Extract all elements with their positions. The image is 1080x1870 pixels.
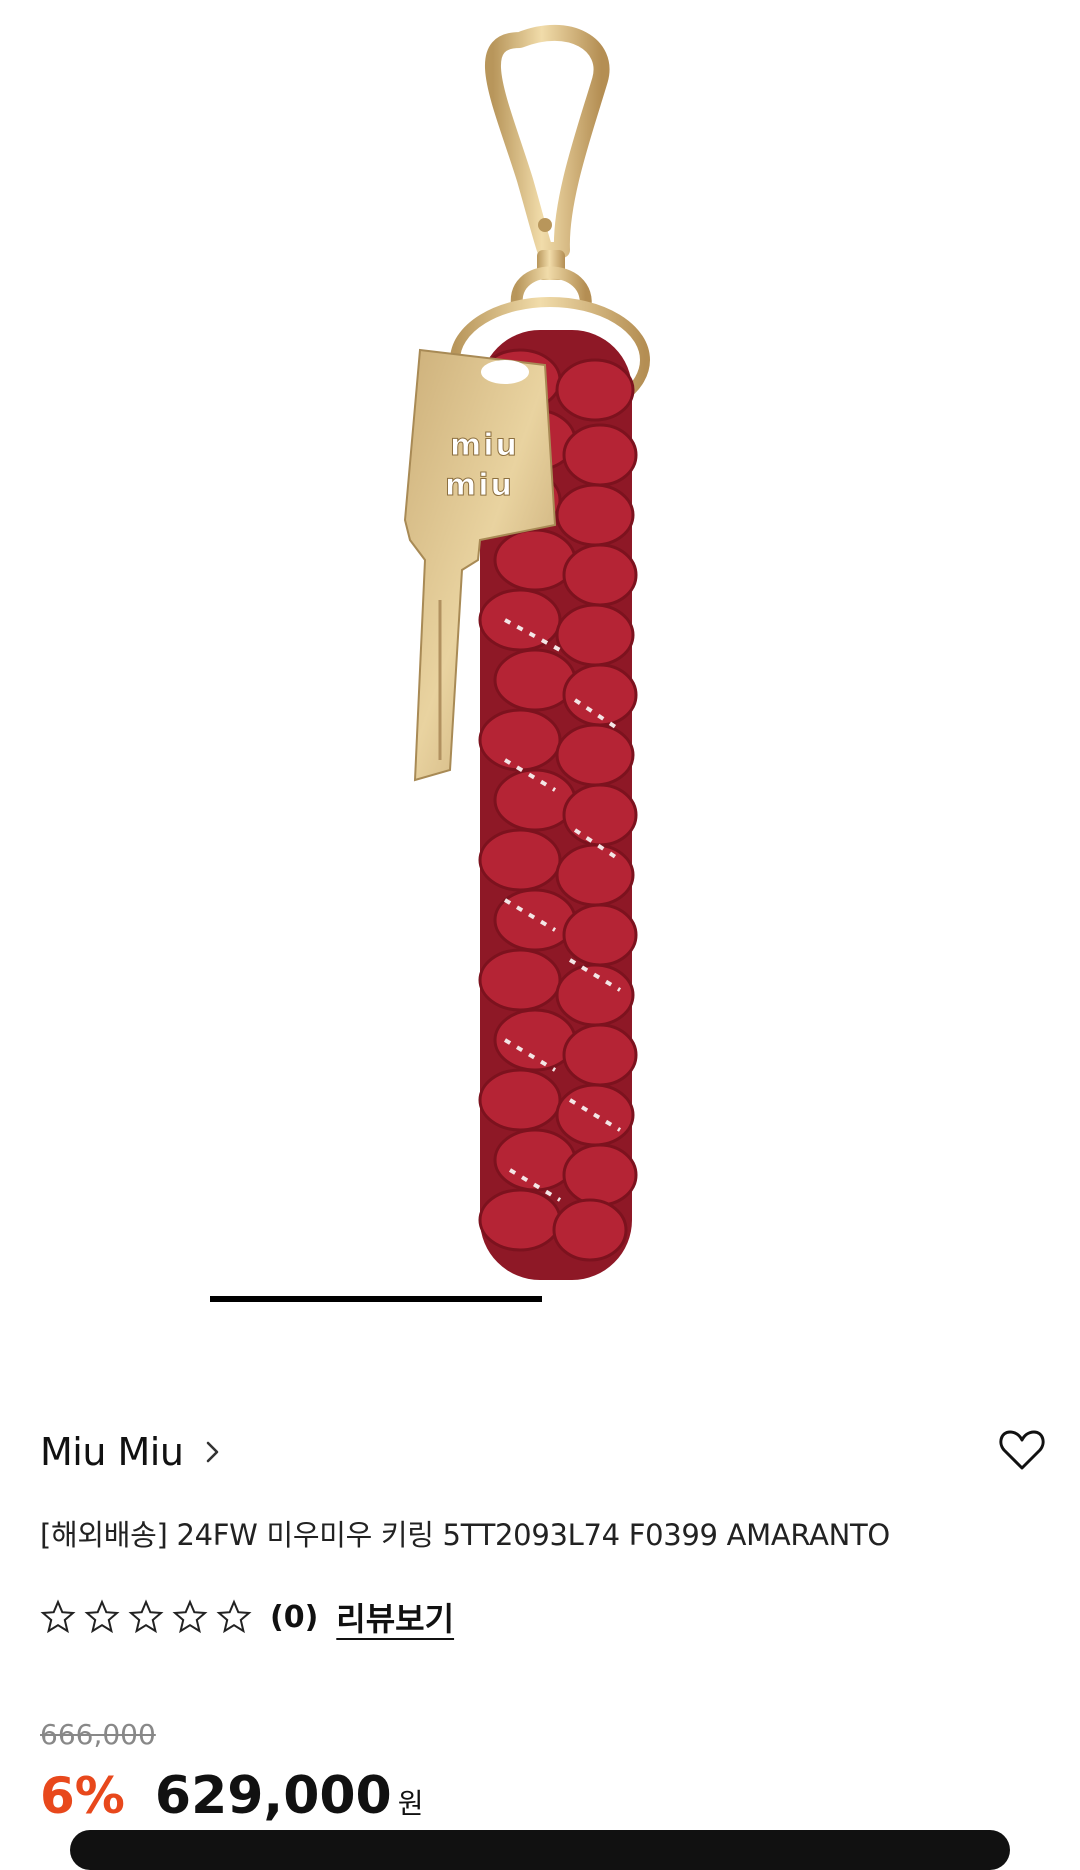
brand-link[interactable]: Miu Miu bbox=[40, 1430, 221, 1474]
svg-text:miu: miu bbox=[445, 468, 514, 503]
star-rating bbox=[40, 1599, 260, 1635]
product-image: miu miu bbox=[403, 24, 650, 1280]
rating-row: (0) 리뷰보기 bbox=[40, 1594, 454, 1640]
star-outline-icon bbox=[216, 1599, 252, 1634]
price-row: 6% 629,000 원 bbox=[40, 1766, 424, 1826]
currency-unit: 원 bbox=[397, 1787, 424, 1820]
star-outline-icon bbox=[40, 1599, 76, 1634]
heart-icon bbox=[999, 1430, 1045, 1470]
star-outline-icon bbox=[172, 1599, 208, 1634]
star-outline-icon bbox=[128, 1599, 164, 1634]
sale-price: 629,000 bbox=[154, 1766, 392, 1826]
view-reviews-link[interactable]: 리뷰보기 bbox=[336, 1594, 454, 1640]
brand-name: Miu Miu bbox=[40, 1430, 184, 1474]
review-count: (0) bbox=[270, 1599, 319, 1635]
bottom-action-bar[interactable] bbox=[70, 1830, 1010, 1870]
svg-text:miu: miu bbox=[450, 428, 519, 463]
product-title: [해외배송] 24FW 미우미우 키링 5TT2093L74 F0399 AMA… bbox=[40, 1518, 890, 1552]
discount-rate: 6% bbox=[40, 1767, 125, 1825]
gallery-slide-indicator bbox=[210, 1296, 542, 1302]
original-price: 666,000 bbox=[40, 1718, 156, 1751]
wishlist-heart-button[interactable] bbox=[998, 1428, 1046, 1472]
product-image-gallery[interactable]: miu miu bbox=[0, 0, 1080, 1320]
chevron-right-icon bbox=[205, 1440, 221, 1468]
star-outline-icon bbox=[84, 1599, 120, 1634]
